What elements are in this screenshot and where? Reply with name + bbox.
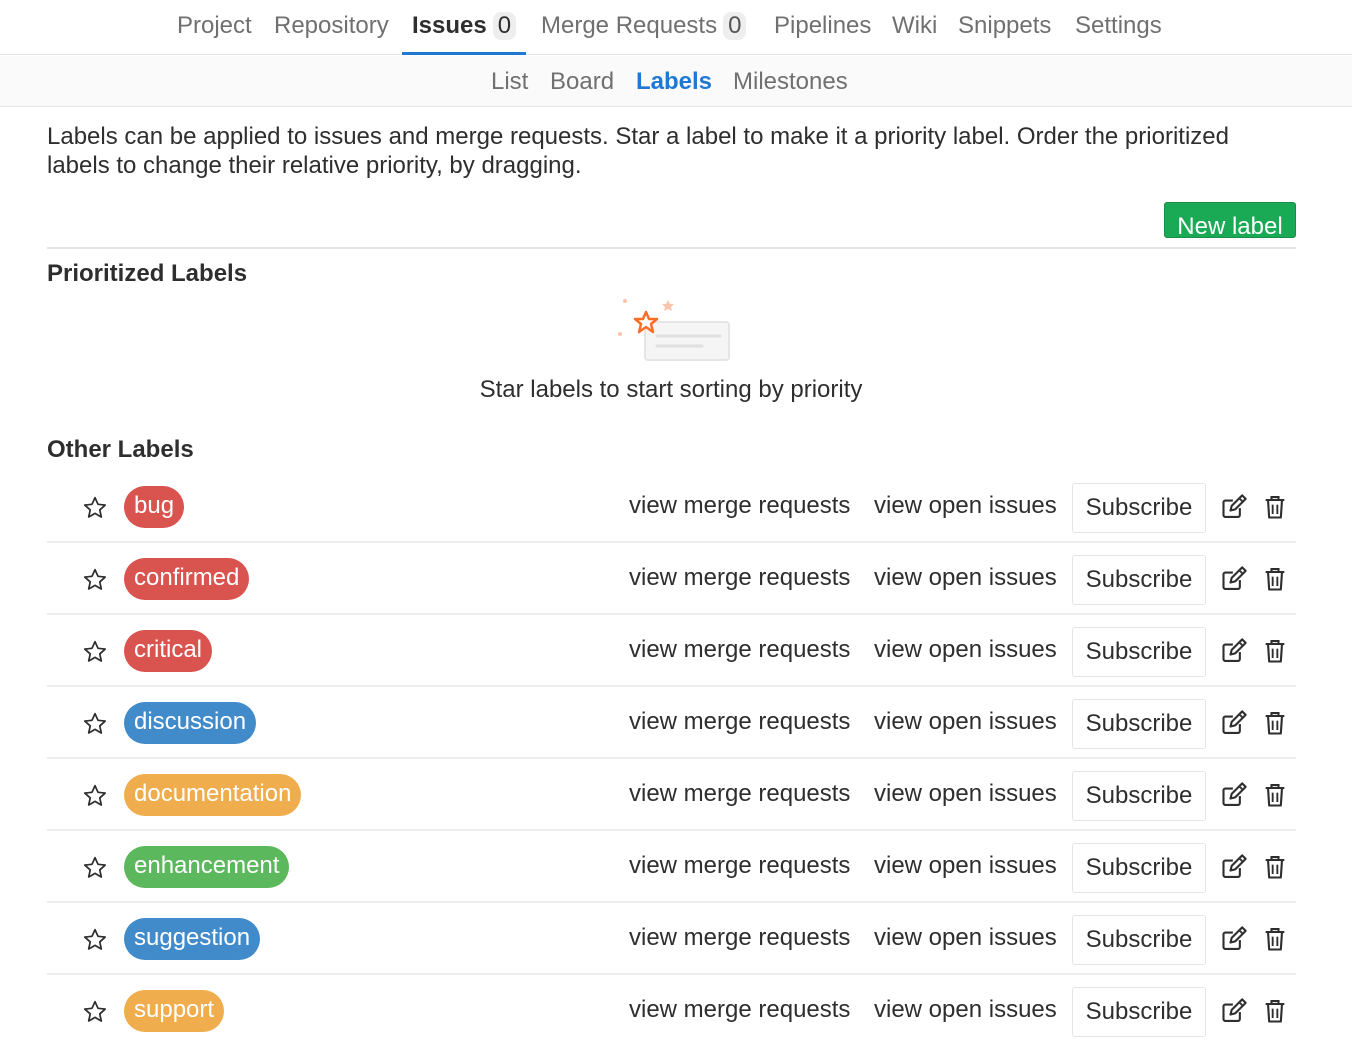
star-outline-icon[interactable] [82,783,108,809]
issues-count-badge: 0 [492,12,517,40]
label-badge[interactable]: enhancement [124,846,290,888]
trash-icon[interactable] [1261,493,1289,521]
tab-project[interactable]: Project [177,0,252,55]
view-merge-requests-link[interactable]: view merge requests [629,831,850,903]
view-merge-requests-link[interactable]: view merge requests [629,615,850,687]
label-row: documentation view merge requests view ope… [47,759,1296,831]
label-badge[interactable]: support [124,990,225,1032]
view-merge-requests-link[interactable]: view merge requests [629,759,850,831]
view-merge-requests-link[interactable]: view merge requests [629,975,850,1047]
tab-merge-requests-label: Merge Requests [541,12,718,39]
edit-icon[interactable] [1220,565,1248,593]
subscribe-button[interactable]: Subscribe [1072,771,1206,821]
edit-icon[interactable] [1220,637,1248,665]
view-merge-requests-link[interactable]: view merge requests [629,903,850,975]
label-row: critical view merge requests view open iss… [47,615,1296,687]
edit-icon[interactable] [1220,853,1248,881]
label-row: confirmed view merge requests view open is… [47,543,1296,615]
subscribe-button[interactable]: Subscribe [1072,699,1206,749]
trash-icon[interactable] [1261,997,1289,1025]
prioritized-labels-title: Prioritized Labels [47,260,248,287]
trash-icon[interactable] [1261,637,1289,665]
view-open-issues-link[interactable]: view open issues [874,831,1057,903]
label-badge[interactable]: critical [124,630,213,672]
subscribe-button[interactable]: Subscribe [1072,627,1206,677]
subtab-list[interactable]: List [491,56,528,107]
star-outline-icon[interactable] [82,639,108,665]
view-merge-requests-link[interactable]: view merge requests [629,471,850,543]
label-row: discussion view merge requests view open i… [47,687,1296,759]
tab-wiki[interactable]: Wiki [892,0,937,55]
trash-icon[interactable] [1261,781,1289,809]
subtab-labels[interactable]: Labels [636,56,712,107]
view-open-issues-link[interactable]: view open issues [874,543,1057,615]
issues-subnav: List Board Labels Milestones [0,56,1352,107]
view-open-issues-link[interactable]: view open issues [874,687,1057,759]
label-row: enhancement view merge requests view open … [47,831,1296,903]
subscribe-button[interactable]: Subscribe [1072,987,1206,1037]
subtab-milestones[interactable]: Milestones [733,56,848,107]
star-outline-icon[interactable] [82,855,108,881]
tab-pipelines[interactable]: Pipelines [774,0,871,55]
trash-icon[interactable] [1261,853,1289,881]
trash-icon[interactable] [1261,925,1289,953]
subscribe-button[interactable]: Subscribe [1072,555,1206,605]
label-badge[interactable]: suggestion [124,918,261,960]
label-row: bug view merge requests view open issues Su… [47,471,1296,543]
view-merge-requests-link[interactable]: view merge requests [629,543,850,615]
view-merge-requests-link[interactable]: view merge requests [629,687,850,759]
edit-icon[interactable] [1220,493,1248,521]
tab-snippets[interactable]: Snippets [958,0,1051,55]
priority-empty-state-text: Star labels to start sorting by priority [479,376,863,403]
subtab-board[interactable]: Board [550,56,614,107]
view-open-issues-link[interactable]: view open issues [874,903,1057,975]
subscribe-button[interactable]: Subscribe [1072,915,1206,965]
edit-icon[interactable] [1220,925,1248,953]
other-labels-title: Other Labels [47,436,194,463]
tab-issues[interactable]: Issues 0 [402,0,527,55]
view-open-issues-link[interactable]: view open issues [874,471,1057,543]
label-badge[interactable]: confirmed [124,558,250,600]
new-label-button[interactable]: New label [1164,202,1296,238]
star-outline-icon[interactable] [82,927,108,953]
label-badge[interactable]: bug [124,486,185,528]
label-row: suggestion view merge requests view open i… [47,903,1296,975]
edit-icon[interactable] [1220,997,1248,1025]
divider [47,247,1296,249]
label-row: support view merge requests view open issu… [47,975,1296,1047]
priority-labels-empty-illustration [618,299,730,361]
edit-icon[interactable] [1220,781,1248,809]
label-badge[interactable]: discussion [124,702,257,744]
edit-icon[interactable] [1220,709,1248,737]
trash-icon[interactable] [1261,709,1289,737]
star-outline-icon[interactable] [82,711,108,737]
subscribe-button[interactable]: Subscribe [1072,843,1206,893]
star-outline-icon[interactable] [82,567,108,593]
tab-issues-label: Issues [412,12,487,39]
project-nav: Project Repository Issues 0 Merge Request… [0,0,1352,55]
view-open-issues-link[interactable]: view open issues [874,615,1057,687]
star-outline-icon[interactable] [82,495,108,521]
labels-description: Labels can be applied to issues and merg… [47,123,1229,179]
view-open-issues-link[interactable]: view open issues [874,759,1057,831]
star-outline-icon[interactable] [82,999,108,1025]
trash-icon[interactable] [1261,565,1289,593]
tab-settings[interactable]: Settings [1075,0,1162,55]
view-open-issues-link[interactable]: view open issues [874,975,1057,1047]
subscribe-button[interactable]: Subscribe [1072,483,1206,533]
merge-requests-count-badge: 0 [723,12,747,40]
tab-merge-requests[interactable]: Merge Requests 0 [541,0,747,55]
label-badge[interactable]: documentation [124,774,302,816]
tab-repository[interactable]: Repository [274,0,389,55]
